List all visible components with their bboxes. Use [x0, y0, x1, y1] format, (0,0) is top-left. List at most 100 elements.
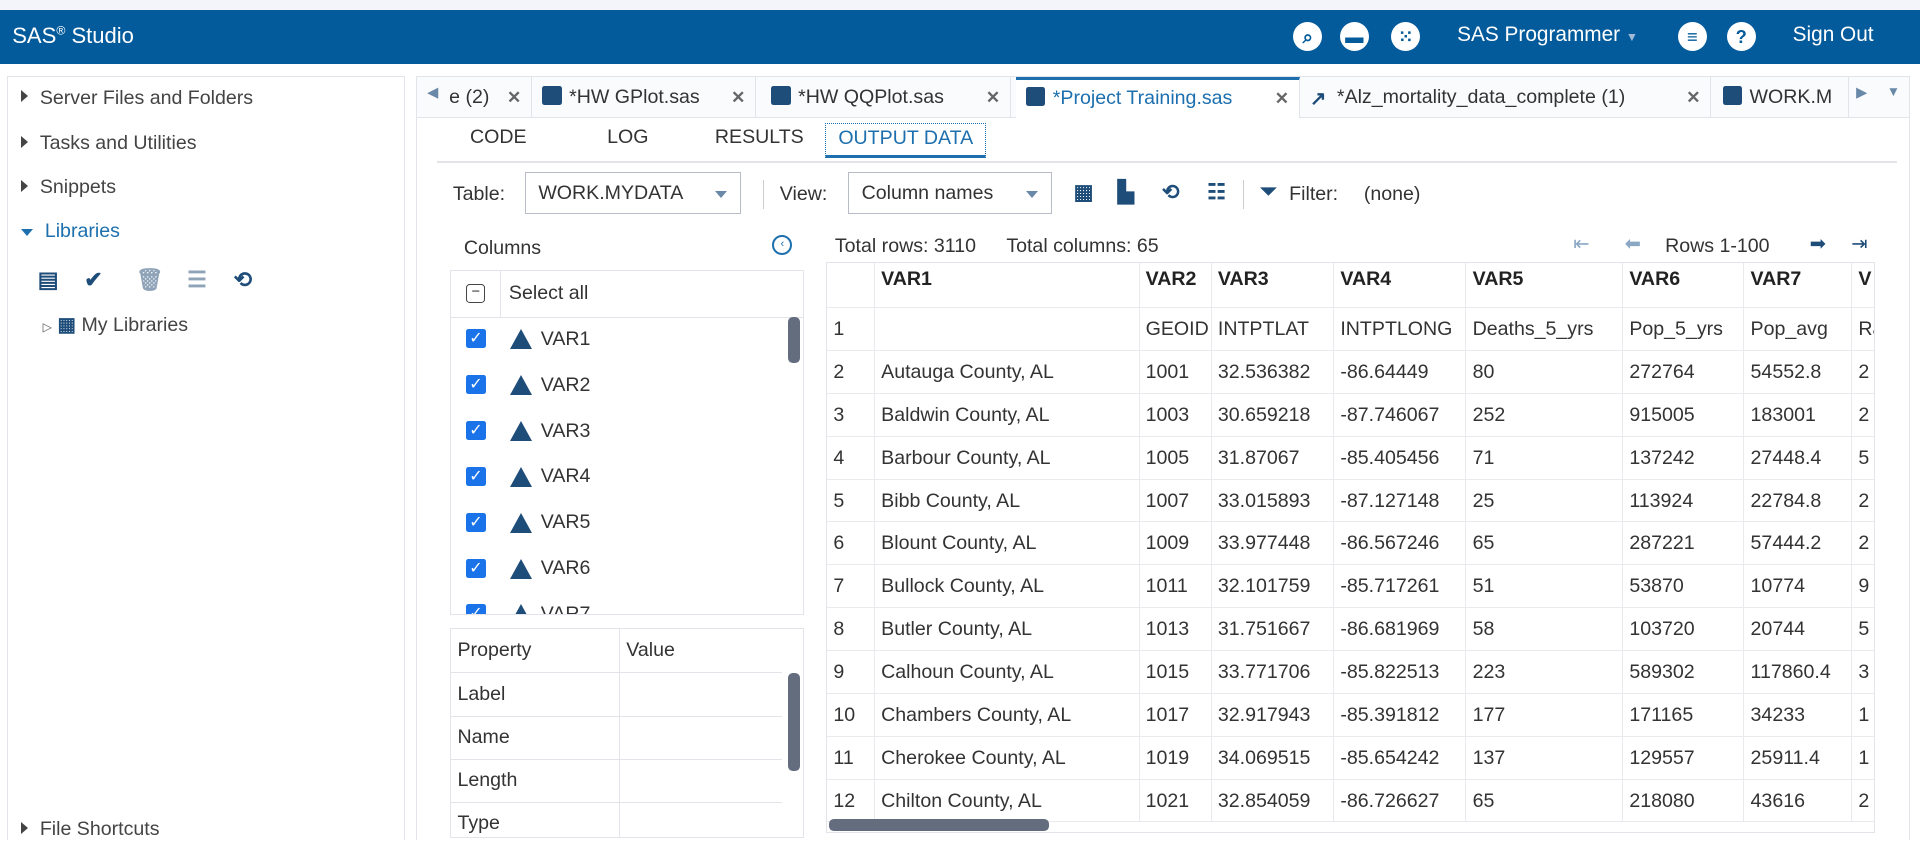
table-cell[interactable]: 71 [1466, 436, 1624, 480]
table-cell[interactable]: Barbour County, AL [875, 436, 1140, 480]
table-cell[interactable]: 31.751667 [1211, 608, 1335, 651]
table-cell[interactable]: 589302 [1623, 650, 1745, 694]
table-cell[interactable]: 1017 [1139, 693, 1212, 737]
table-cell[interactable]: -86.567246 [1334, 522, 1467, 566]
search-icon[interactable]: ⌕ [1293, 22, 1323, 52]
table-cell[interactable]: 31.87067 [1211, 436, 1335, 480]
table-cell[interactable]: Ra [1852, 308, 1875, 351]
table-cell[interactable]: 915005 [1623, 393, 1745, 437]
table-cell[interactable]: 2 [1852, 480, 1875, 523]
refresh-icon[interactable]: ⟲ [1162, 180, 1179, 205]
column-header[interactable]: VAR2 [1139, 262, 1212, 309]
table-cell[interactable]: Pop_avg [1744, 308, 1853, 351]
table-cell[interactable]: 2 [1852, 394, 1875, 437]
close-icon[interactable]: ✕ [986, 77, 1000, 117]
row-number[interactable]: 1 [827, 308, 876, 351]
table-cell[interactable]: Chilton County, AL [875, 779, 1140, 823]
table-cell[interactable]: Calhoun County, AL [875, 650, 1140, 694]
collapse-panel-icon[interactable]: ‹ [772, 234, 793, 255]
table-cell[interactable]: -85.391812 [1334, 693, 1467, 737]
column-item[interactable]: ✓ VAR3 [451, 409, 802, 454]
tab-item[interactable]: WORK.M [1712, 76, 1849, 118]
table-cell[interactable]: 1009 [1139, 522, 1212, 566]
table-cell[interactable]: 33.015893 [1211, 479, 1335, 523]
table-cell[interactable]: Bullock County, AL [875, 565, 1140, 609]
previous-page-icon[interactable]: ⬅ [1625, 232, 1641, 256]
table-cell[interactable]: 32.536382 [1211, 350, 1335, 394]
checkbox-checked-icon[interactable]: ✓ [466, 558, 486, 579]
menu-icon[interactable]: ≡ [1677, 22, 1707, 52]
table-cell[interactable]: 33.771706 [1211, 650, 1335, 694]
sidebar-item-file-shortcuts[interactable]: File Shortcuts [20, 818, 160, 841]
table-cell[interactable]: 1005 [1139, 436, 1212, 480]
table-cell[interactable]: 80 [1466, 350, 1624, 394]
column-header[interactable]: V [1852, 263, 1875, 309]
table-cell[interactable]: 177 [1466, 693, 1624, 737]
checkbox-checked-icon[interactable]: ✓ [466, 328, 486, 349]
table-cell[interactable]: -85.654242 [1334, 736, 1467, 780]
table-cell[interactable]: 1001 [1139, 350, 1212, 394]
table-cell[interactable]: 32.854059 [1211, 779, 1335, 823]
table-cell[interactable]: Bibb County, AL [875, 479, 1140, 523]
table-cell[interactable]: 33.977448 [1211, 522, 1335, 566]
table-cell[interactable]: 1019 [1139, 736, 1212, 780]
column-item[interactable]: ✓ VAR2 [451, 363, 802, 408]
table-cell[interactable]: 58 [1466, 608, 1624, 651]
column-header[interactable]: VAR6 [1623, 262, 1745, 309]
subtab-results[interactable]: RESULTS [715, 126, 804, 149]
first-page-icon[interactable]: ⇤ [1573, 232, 1589, 256]
table-cell[interactable]: -86.726627 [1334, 779, 1467, 823]
table-cell[interactable]: Autauga County, AL [875, 350, 1140, 394]
last-page-icon[interactable]: ⇥ [1851, 232, 1867, 256]
table-cell[interactable]: 2 [1852, 351, 1875, 394]
columns-scrollbar[interactable] [788, 316, 801, 364]
table-cell[interactable]: -85.405456 [1334, 436, 1467, 480]
table-cell[interactable]: 20744 [1744, 608, 1853, 651]
subtab-code[interactable]: CODE [470, 126, 527, 149]
sidebar-item-libraries[interactable]: Libraries [20, 220, 120, 243]
column-item[interactable]: ✓ VAR6 [451, 546, 802, 591]
column-header[interactable]: VAR7 [1744, 262, 1853, 309]
filter-icon[interactable]: ⏷ [1260, 180, 1277, 204]
checkbox-checked-icon[interactable]: ✓ [466, 420, 486, 441]
new-library-icon[interactable]: ▤ [38, 267, 59, 293]
column-item[interactable]: ✓ VAR1 [451, 317, 802, 362]
row-number[interactable]: 10 [827, 693, 876, 737]
table-cell[interactable]: 137 [1466, 736, 1624, 780]
table-cell[interactable]: 218080 [1623, 779, 1745, 823]
row-number[interactable]: 2 [827, 350, 876, 394]
column-item[interactable]: ✓ VAR4 [451, 454, 802, 499]
table-cell[interactable]: 32.101759 [1211, 565, 1335, 609]
table-cell[interactable]: 129557 [1623, 736, 1745, 780]
table-cell[interactable]: 22784.8 [1744, 479, 1853, 523]
column-header[interactable]: VAR3 [1211, 262, 1335, 309]
table-cell[interactable]: 272764 [1623, 350, 1745, 394]
table-cell[interactable]: Chambers County, AL [875, 693, 1140, 737]
table-select[interactable]: WORK.MYDATA [525, 172, 741, 215]
apps-grid-icon[interactable]: ⁙ [1391, 22, 1421, 52]
table-cell[interactable]: 3 [1852, 651, 1875, 694]
table-cell[interactable]: -87.127148 [1334, 479, 1467, 523]
select-all-checkbox[interactable]: − [466, 283, 486, 303]
table-cell[interactable]: Butler County, AL [875, 608, 1140, 651]
table-cell[interactable]: 27448.4 [1744, 436, 1853, 480]
close-icon[interactable]: ✕ [1686, 77, 1700, 117]
table-cell[interactable]: -85.717261 [1334, 565, 1467, 609]
table-cell[interactable]: 9 [1852, 565, 1875, 609]
table-cell[interactable]: 5 [1852, 608, 1875, 651]
checkbox-checked-icon[interactable]: ✓ [466, 604, 486, 615]
row-number[interactable]: 11 [827, 736, 876, 780]
tab-list-dropdown-icon[interactable]: ▼ [1887, 84, 1900, 99]
properties-scrollbar[interactable] [788, 673, 801, 771]
table-cell[interactable]: 34.069515 [1211, 736, 1335, 780]
checkbox-checked-icon[interactable]: ✓ [466, 374, 486, 395]
table-cell[interactable]: 183001 [1744, 393, 1853, 437]
column-header[interactable]: VAR1 [875, 262, 1140, 309]
table-cell[interactable]: 171165 [1623, 693, 1745, 737]
tab-item[interactable]: *HW QQPlot.sas ✕ [761, 76, 1011, 118]
next-page-icon[interactable]: ➡ [1810, 232, 1826, 256]
table-cell[interactable]: 25 [1466, 479, 1624, 523]
select-all-row[interactable]: − Select all [451, 271, 803, 318]
subtab-log[interactable]: LOG [607, 126, 648, 149]
table-cell[interactable]: 30.659218 [1211, 393, 1335, 437]
